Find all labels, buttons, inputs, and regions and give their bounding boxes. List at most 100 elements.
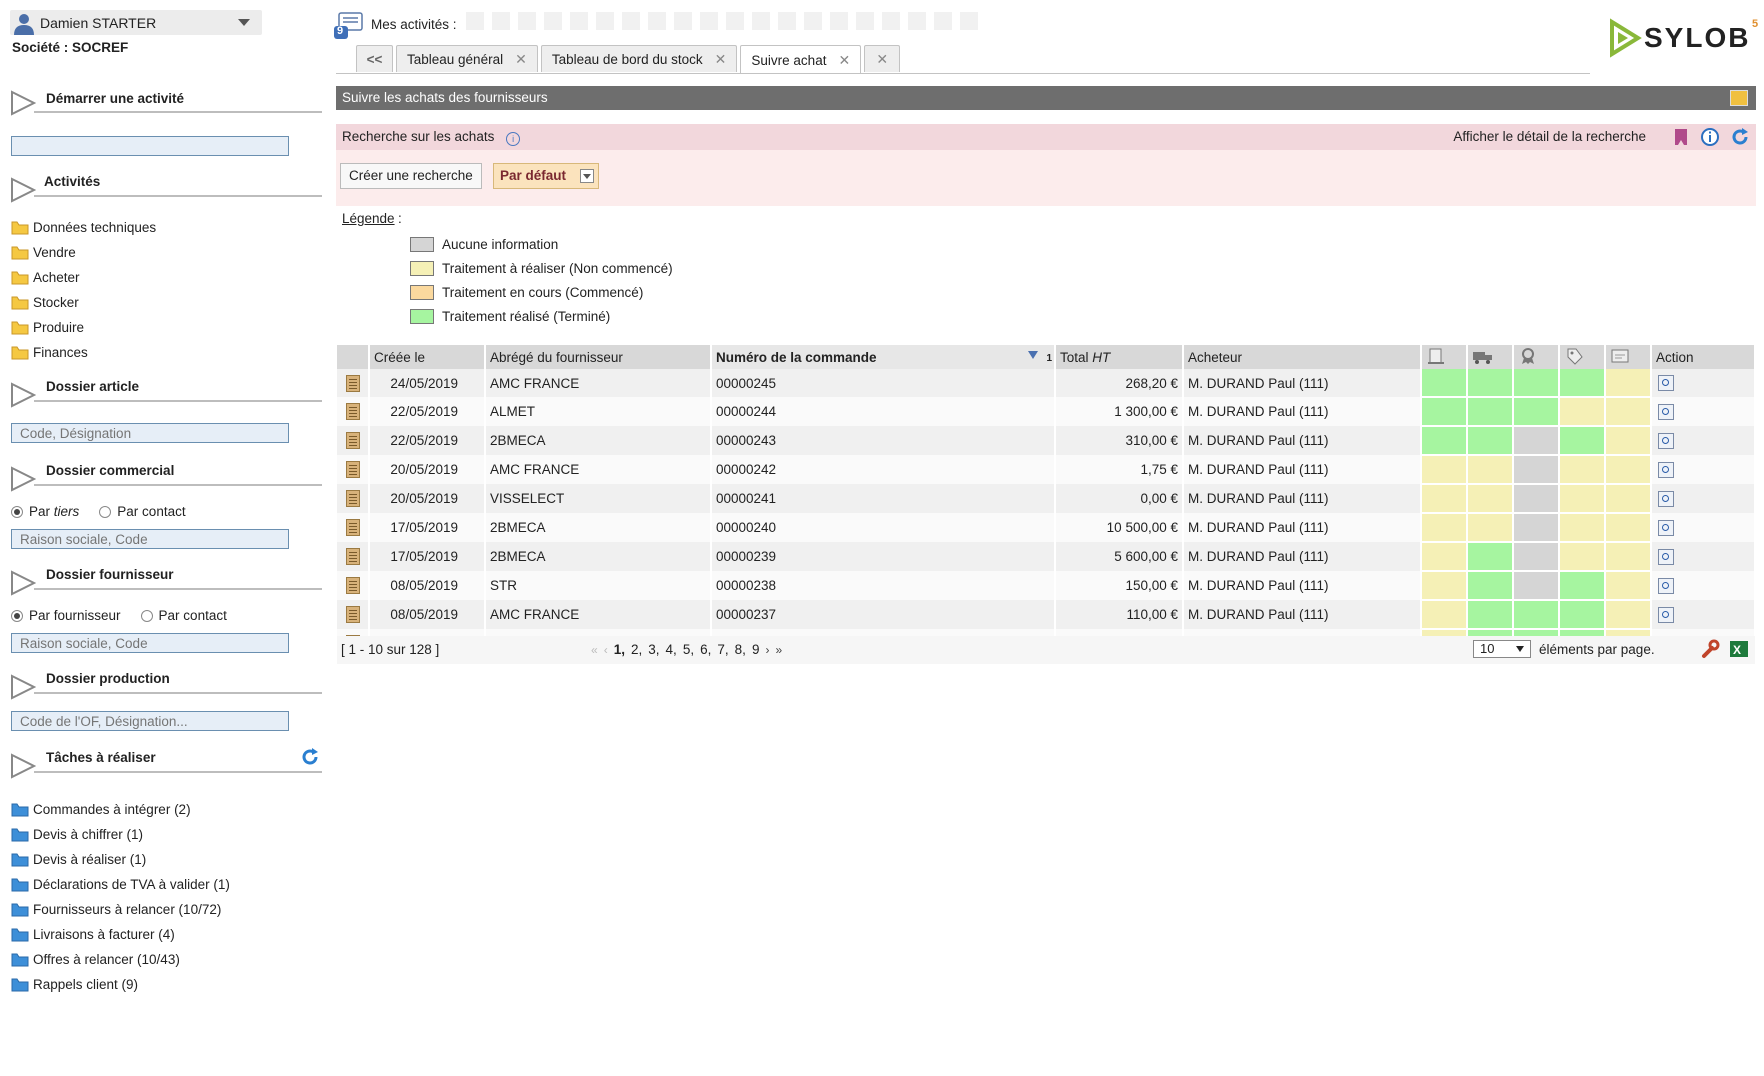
sidebar-item-task[interactable]: Commandes à intégrer (2) [11,797,230,822]
sidebar-item-task[interactable]: Livraisons à facturer (4) [11,922,230,947]
order-document-icon[interactable] [345,374,360,392]
activities-icon[interactable]: 9 [334,12,363,39]
col-status-payment[interactable] [1605,345,1652,369]
sidebar-item-task[interactable]: Devis à réaliser (1) [11,847,230,872]
view-detail-icon[interactable] [1658,548,1674,565]
col-created[interactable]: Créée le [369,345,486,369]
next-page-icon[interactable]: › [765,643,769,657]
view-detail-icon[interactable] [1658,577,1674,594]
order-document-icon[interactable] [345,548,360,565]
sidebar-item-activity[interactable]: Vendre [11,240,156,265]
row-document-cell[interactable] [337,542,370,571]
row-document-cell[interactable] [337,513,370,542]
wrench-icon[interactable] [1701,639,1721,659]
first-page-icon[interactable]: « [591,643,598,657]
sidebar-item-task[interactable]: Déclarations de TVA à valider (1) [11,872,230,897]
chevron-down-icon[interactable] [238,19,250,26]
tab-scroll-left[interactable]: << [356,45,393,72]
page-link[interactable]: 3, [648,642,659,657]
article-search-input[interactable] [11,423,289,443]
page-link[interactable]: 6, [700,642,711,657]
sidebar-item-activity[interactable]: Finances [11,340,156,365]
col-supplier[interactable]: Abrégé du fournisseur [485,345,712,369]
table-row[interactable]: 17/05/2019 2BMECA 00000239 5 600,00 € M. DUR… [337,542,1756,572]
export-icon[interactable] [1730,90,1748,106]
radio-par-contact[interactable] [140,609,153,622]
radio-par-contact[interactable] [99,505,112,518]
close-icon[interactable]: ✕ [838,52,850,69]
close-icon[interactable]: ✕ [515,51,527,68]
table-row[interactable]: 17/05/2019 2BMECA 00000240 10 500,00 € M. DU… [337,513,1756,543]
show-search-detail-link[interactable]: Afficher le détail de la recherche [1453,124,1646,150]
close-icon[interactable]: ✕ [715,51,727,68]
order-document-icon[interactable] [345,577,360,594]
per-page-select[interactable]: 10 [1473,640,1531,658]
order-document-icon[interactable] [345,606,360,623]
page-link[interactable]: 9 [752,642,760,657]
refresh-icon[interactable] [1730,127,1750,147]
row-document-cell[interactable] [337,571,370,600]
refresh-icon[interactable] [300,747,320,767]
col-total-ht[interactable]: Total HT [1055,345,1184,369]
table-row[interactable]: 08/05/2019 AMC FRANCE 00000237 110,00 € M. D… [337,600,1756,630]
page-link[interactable]: 8, [735,642,746,657]
tab-suivre-achat[interactable]: Suivre achat ✕ [740,45,862,74]
sidebar-item-activity[interactable]: Produire [11,315,156,340]
row-document-cell[interactable] [337,484,370,513]
page-link[interactable]: 7, [717,642,728,657]
commercial-search-input[interactable] [11,529,289,549]
saved-search-select[interactable]: Par défaut [493,163,599,189]
sidebar-item-task[interactable]: Rappels client (9) [11,972,230,997]
sidebar-item-activity[interactable]: Acheter [11,265,156,290]
page-link[interactable]: 1, [614,642,625,657]
radio-par-tiers[interactable] [11,505,23,518]
create-search-button[interactable]: Créer une recherche [340,163,482,189]
user-menu[interactable]: Damien STARTER [10,10,262,35]
order-document-icon[interactable] [345,490,360,507]
col-status-delivery[interactable] [1467,345,1514,369]
view-detail-icon[interactable] [1658,403,1674,420]
table-row[interactable]: 24/05/2019 AMC FRANCE 00000245 268,20 € M. D… [337,369,1756,398]
view-detail-icon[interactable] [1658,375,1674,391]
sidebar-item-task[interactable]: Offres à relancer (10/43) [11,947,230,972]
table-row[interactable]: 20/05/2019 AMC FRANCE 00000242 1,75 € M. DUR… [337,455,1756,485]
tab-tableau-de-bord-du-stock[interactable]: Tableau de bord du stock ✕ [540,45,738,72]
view-detail-icon[interactable] [1658,606,1674,623]
col-status-quality[interactable] [1513,345,1560,369]
chevron-down-icon[interactable] [580,169,594,183]
order-document-icon[interactable] [345,403,360,420]
info-icon[interactable]: i [506,132,521,146]
row-document-cell[interactable] [337,369,370,397]
info-circle-icon[interactable] [1700,127,1720,147]
sidebar-item-activity[interactable]: Stocker [11,290,156,315]
table-row[interactable]: 22/05/2019 2BMECA 00000243 310,00 € M. DURAN… [337,426,1756,456]
order-document-icon[interactable] [345,432,360,449]
sort-desc-icon[interactable] [1028,351,1038,359]
table-row[interactable]: 08/05/2019 STR 00000238 150,00 € M. DURAND P… [337,571,1756,601]
page-link[interactable]: 4, [666,642,677,657]
start-activity-input[interactable] [11,136,289,156]
order-document-icon[interactable] [345,519,360,536]
radio-par-fournisseur[interactable] [11,609,23,622]
previous-page-icon[interactable]: ‹ [604,643,608,657]
view-detail-icon[interactable] [1658,432,1674,449]
row-document-cell[interactable] [337,397,370,426]
last-page-icon[interactable]: » [775,643,782,657]
view-detail-icon[interactable] [1658,490,1674,507]
order-document-icon[interactable] [345,461,360,478]
excel-export-icon[interactable]: X [1729,639,1749,659]
sidebar-item-task[interactable]: Fournisseurs à relancer (10/72) [11,897,230,922]
page-link[interactable]: 5, [683,642,694,657]
row-document-cell[interactable] [337,426,370,455]
col-status-invoice[interactable] [1559,345,1606,369]
bookmark-icon[interactable] [1672,127,1690,147]
col-status-document[interactable] [1421,345,1468,369]
table-row[interactable]: 20/05/2019 VISSELECT 00000241 0,00 € M. DURA… [337,484,1756,514]
production-search-input[interactable] [11,711,289,731]
sidebar-item-task[interactable]: Devis à chiffrer (1) [11,822,230,847]
col-buyer[interactable]: Acheteur [1183,345,1422,369]
view-detail-icon[interactable] [1658,519,1674,536]
sidebar-item-activity[interactable]: Données techniques [11,215,156,240]
page-link[interactable]: 2, [631,642,642,657]
supplier-search-input[interactable] [11,633,289,653]
